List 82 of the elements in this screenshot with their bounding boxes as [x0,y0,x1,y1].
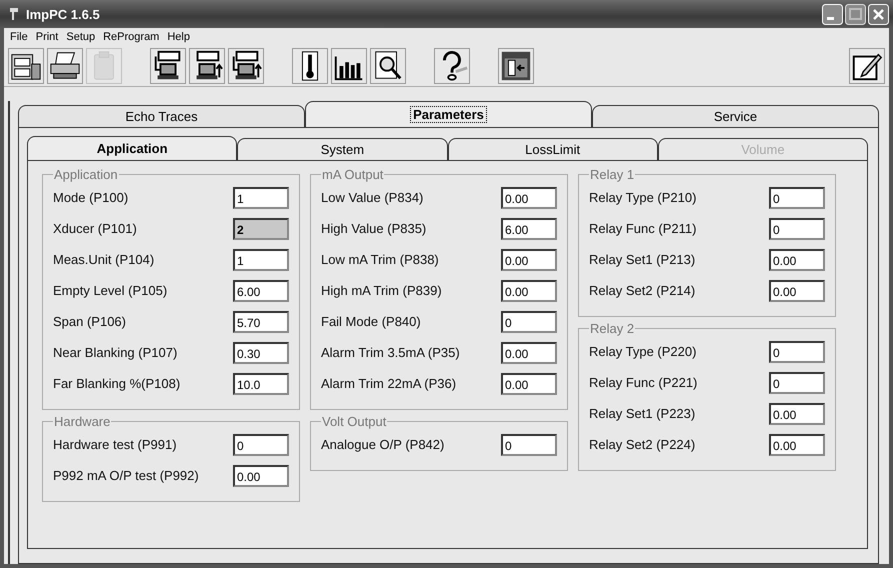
field-label: Empty Level (P105) [53,283,168,298]
input-field[interactable]: 0.00 [233,464,289,486]
group-title: Hardware [53,414,112,429]
file-cabinet-icon[interactable] [8,48,44,84]
menu-item[interactable]: Print [32,31,62,43]
input-field[interactable]: 0.00 [769,402,825,424]
group-title: Relay 1 [589,167,636,182]
group-title: Relay 2 [589,321,636,336]
input-field[interactable]: 0 [233,434,289,456]
input-field[interactable]: 0 [501,434,557,456]
tab[interactable]: Echo Traces [18,105,305,127]
field-label: Span (P106) [53,314,126,329]
menu-item[interactable]: File [6,31,32,43]
field-label: Meas.Unit (P104) [53,252,154,267]
field-label: Xducer (P101) [53,221,137,236]
menu-item[interactable]: ReProgram [99,31,164,43]
group-title: Application [53,167,119,182]
input-field[interactable]: 0.00 [501,372,557,394]
input-field[interactable]: 1 [233,248,289,270]
input-field[interactable]: 0 [769,218,825,240]
field-label: Far Blanking %(P108) [53,376,180,391]
input-field[interactable]: 0.00 [501,248,557,270]
input-field[interactable]: 0 [769,340,825,362]
close-icon[interactable] [868,4,889,24]
field-label: Fail Mode (P840) [321,314,421,329]
field-label: Alarm Trim 3.5mA (P35) [321,345,460,360]
group-title: Volt Output [321,414,388,429]
input-field[interactable]: 6.00 [501,218,557,240]
maximize-icon[interactable] [845,4,866,24]
field-label: P992 mA O/P test (P992) [53,468,199,483]
app-icon [8,6,20,22]
minimize-icon[interactable] [822,4,843,24]
field-label: Relay Set1 (P213) [589,252,696,267]
field-label: Relay Func (P211) [589,221,696,236]
field-label: Relay Set2 (P214) [589,283,696,298]
field-label: Relay Set2 (P224) [589,437,696,452]
computer-icon[interactable] [228,48,264,84]
tab[interactable]: Service [592,105,879,127]
field-label: Low mA Trim (P838) [321,252,439,267]
tab[interactable]: Application [27,136,238,160]
field-label: Near Blanking (P107) [53,345,178,360]
input-field[interactable]: 0.30 [233,342,289,364]
input-field[interactable]: 0 [769,186,825,208]
menu-item[interactable]: Help [163,31,194,43]
field-label: Relay Type (P210) [589,190,696,205]
magnifier-icon[interactable] [370,48,406,84]
menu-item[interactable]: Setup [62,31,100,43]
group-title: mA Output [321,167,384,182]
computer-icon[interactable] [189,48,225,84]
printer-icon[interactable] [47,48,83,84]
input-field[interactable]: 5.70 [233,310,289,332]
field-label: Relay Type (P220) [589,344,696,359]
tab[interactable]: Parameters [305,101,592,127]
thermometer-icon[interactable] [292,48,328,84]
field-label: Hardware test (P991) [53,437,177,452]
tab[interactable]: System [237,138,448,160]
field-label: High mA Trim (P839) [321,283,442,298]
bar-chart-icon[interactable] [331,48,367,84]
exit-door-icon[interactable] [498,48,534,84]
edit-pencil-icon[interactable] [849,48,885,84]
input-field[interactable]: 0.00 [501,280,557,302]
input-field[interactable]: 0 [501,310,557,332]
field-label: Analogue O/P (P842) [321,437,444,452]
field-label: Alarm Trim 22mA (P36) [321,376,456,391]
input-field[interactable]: 0.00 [769,434,825,456]
input-field[interactable]: 10.0 [233,372,289,394]
computer-icon[interactable] [150,48,186,84]
input-field[interactable]: 6.00 [233,280,289,302]
field-label: High Value (P835) [321,221,426,236]
tab[interactable]: LossLimit [448,138,658,160]
field-label: Mode (P100) [53,190,128,205]
input-field[interactable]: 0 [769,372,825,394]
input-field[interactable]: 0.00 [769,280,825,302]
input-field[interactable]: 0.00 [769,248,825,270]
field-label: Relay Set1 (P223) [589,406,696,421]
field-label: Relay Func (P221) [589,375,698,390]
input-field[interactable]: 0.00 [501,186,557,208]
input-field[interactable]: 0.00 [501,342,557,364]
field-label: Low Value (P834) [321,190,424,205]
window-title: ImpPC 1.6.5 [26,6,100,22]
help-icon[interactable] [434,48,470,84]
input-field[interactable]: 1 [233,186,289,208]
